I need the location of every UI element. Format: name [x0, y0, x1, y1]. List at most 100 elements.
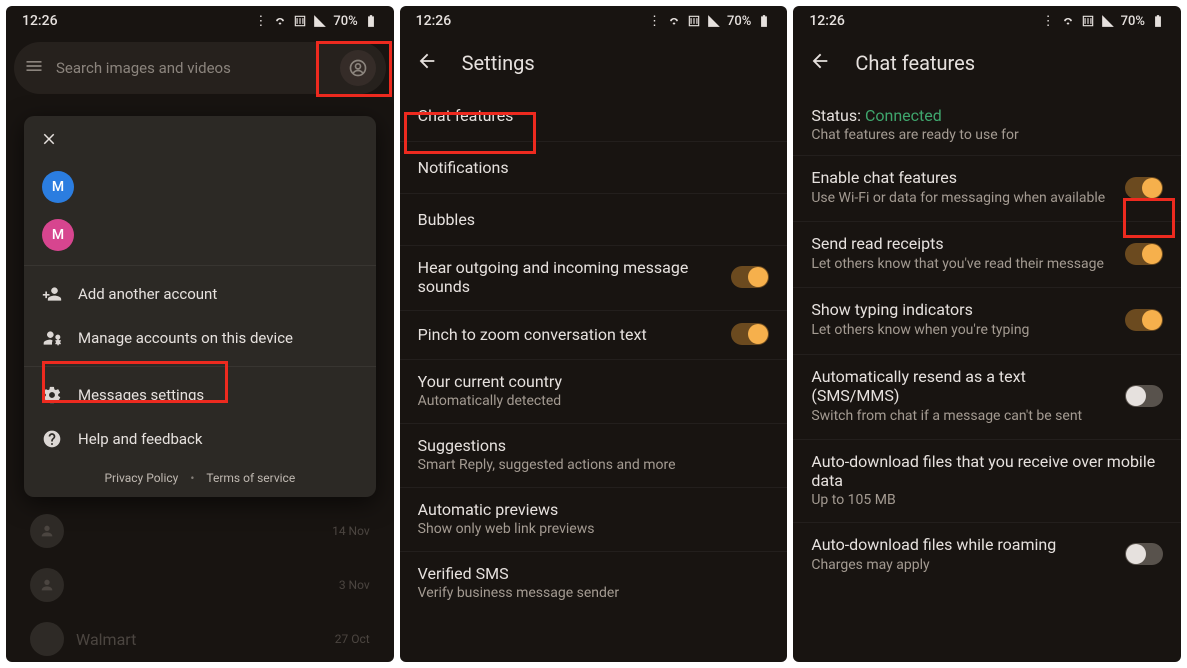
- network-box-icon: [293, 14, 307, 28]
- chat-row[interactable]: Walmart 27 Oct: [6, 612, 394, 662]
- phone-screen-2: 12:26 ⋮ 70% Settings Chat features Notif…: [400, 6, 788, 662]
- bluetooth-icon: ⋮: [1042, 14, 1055, 29]
- setting-label: Auto-download files while roaming: [811, 535, 1109, 554]
- setting-sublabel: Verify business message sender: [418, 585, 770, 601]
- settings-row-country[interactable]: Your current country Automatically detec…: [400, 360, 788, 423]
- chat-avatar: [30, 514, 64, 548]
- page-title: Settings: [462, 51, 535, 75]
- setting-label: Your current country: [418, 372, 770, 391]
- settings-row-bubbles[interactable]: Bubbles: [400, 194, 788, 245]
- toggle-switch[interactable]: [1125, 309, 1163, 331]
- account-item[interactable]: M: [24, 163, 376, 211]
- toggle-switch[interactable]: [1125, 543, 1163, 565]
- settings-row-autodownload-roaming[interactable]: Auto-download files while roaming Charge…: [793, 523, 1181, 588]
- setting-label: Hear outgoing and incoming message sound…: [418, 258, 716, 296]
- chat-avatar: [30, 568, 64, 602]
- status-bar: 12:26 ⋮ 70%: [6, 6, 394, 36]
- back-button[interactable]: [416, 50, 438, 76]
- settings-header: Settings: [400, 36, 788, 90]
- settings-row-enable-chat[interactable]: Enable chat features Use Wi-Fi or data f…: [793, 156, 1181, 221]
- setting-sublabel: Charges may apply: [811, 556, 1109, 574]
- manage-accounts-item[interactable]: Manage accounts on this device: [24, 316, 376, 360]
- settings-row-pinch-zoom[interactable]: Pinch to zoom conversation text: [400, 311, 788, 359]
- signal-icon: [1101, 14, 1115, 28]
- status-row: Status: Connected: [793, 90, 1181, 127]
- status-value: Connected: [865, 106, 942, 125]
- status-subtext: Chat features are ready to use for: [793, 127, 1181, 155]
- terms-link[interactable]: Terms of service: [206, 471, 295, 485]
- messages-settings-item[interactable]: Messages settings: [24, 373, 376, 417]
- settings-row-auto-resend[interactable]: Automatically resend as a text (SMS/MMS)…: [793, 355, 1181, 439]
- menu-label: Add another account: [78, 285, 217, 303]
- setting-label: Bubbles: [418, 210, 475, 229]
- wifi-icon: [1061, 14, 1075, 28]
- setting-label: Notifications: [418, 158, 509, 177]
- settings-row-automatic-previews[interactable]: Automatic previews Show only web link pr…: [400, 488, 788, 551]
- setting-label: Auto-download files that you receive ove…: [811, 452, 1163, 490]
- status-label: Status:: [811, 106, 865, 125]
- status-bar: 12:26 ⋮ 70%: [793, 6, 1181, 36]
- settings-row-chat-features[interactable]: Chat features: [400, 90, 788, 141]
- battery-icon: [1151, 14, 1165, 28]
- back-button[interactable]: [809, 50, 831, 76]
- toggle-switch[interactable]: [1125, 177, 1163, 199]
- clock: 12:26: [809, 13, 845, 29]
- network-box-icon: [1081, 14, 1095, 28]
- chat-date: 3 Nov: [339, 578, 370, 592]
- signal-icon: [313, 14, 327, 28]
- chat-features-header: Chat features: [793, 36, 1181, 90]
- page-title: Chat features: [855, 51, 975, 75]
- add-account-item[interactable]: Add another account: [24, 272, 376, 316]
- chat-row[interactable]: 14 Nov: [6, 504, 394, 558]
- divider: [24, 265, 376, 266]
- privacy-link[interactable]: Privacy Policy: [104, 471, 178, 485]
- help-feedback-item[interactable]: Help and feedback: [24, 417, 376, 461]
- menu-label: Manage accounts on this device: [78, 329, 293, 347]
- clock: 12:26: [416, 13, 452, 29]
- account-avatar-button[interactable]: [340, 50, 376, 86]
- setting-sublabel: Use Wi-Fi or data for messaging when ava…: [811, 189, 1109, 207]
- close-button[interactable]: [24, 116, 376, 163]
- settings-row-notifications[interactable]: Notifications: [400, 142, 788, 193]
- setting-label: Chat features: [418, 106, 514, 125]
- account-item[interactable]: M: [24, 211, 376, 259]
- setting-label: Automatically resend as a text (SMS/MMS): [811, 367, 1109, 405]
- help-icon: [42, 429, 62, 449]
- toggle-switch[interactable]: [1125, 385, 1163, 407]
- legal-row: Privacy Policy • Terms of service: [24, 461, 376, 485]
- clock: 12:26: [22, 13, 58, 29]
- settings-row-verified-sms[interactable]: Verified SMS Verify business message sen…: [400, 552, 788, 615]
- setting-label: Show typing indicators: [811, 300, 1109, 319]
- toggle-switch[interactable]: [1125, 243, 1163, 265]
- setting-label: Verified SMS: [418, 564, 770, 583]
- settings-row-sounds[interactable]: Hear outgoing and incoming message sound…: [400, 246, 788, 310]
- signal-icon: [707, 14, 721, 28]
- toggle-switch[interactable]: [731, 266, 769, 288]
- chat-row[interactable]: 3 Nov: [6, 558, 394, 612]
- setting-label: Suggestions: [418, 436, 770, 455]
- settings-row-typing-indicators[interactable]: Show typing indicators Let others know w…: [793, 288, 1181, 353]
- setting-sublabel: Show only web link previews: [418, 521, 770, 537]
- chat-avatar: [30, 622, 64, 656]
- status-icons: ⋮ 70%: [254, 14, 377, 29]
- setting-sublabel: Switch from chat if a message can't be s…: [811, 407, 1109, 425]
- toggle-switch[interactable]: [731, 323, 769, 345]
- network-box-icon: [687, 14, 701, 28]
- divider: [24, 366, 376, 367]
- battery-percent: 70%: [333, 14, 357, 29]
- account-avatar: M: [42, 219, 74, 251]
- status-icons: ⋮ 70%: [648, 14, 771, 29]
- manage-accounts-icon: [42, 328, 62, 348]
- search-bar[interactable]: Search images and videos: [14, 42, 386, 94]
- setting-sublabel: Automatically detected: [418, 393, 770, 409]
- settings-row-suggestions[interactable]: Suggestions Smart Reply, suggested actio…: [400, 424, 788, 487]
- status-bar: 12:26 ⋮ 70%: [400, 6, 788, 36]
- setting-sublabel: Smart Reply, suggested actions and more: [418, 457, 770, 473]
- gear-icon: [42, 385, 62, 405]
- battery-icon: [757, 14, 771, 28]
- battery-percent: 70%: [1121, 14, 1145, 29]
- settings-row-read-receipts[interactable]: Send read receipts Let others know that …: [793, 222, 1181, 287]
- separator-dot: •: [190, 471, 194, 485]
- menu-icon[interactable]: [24, 56, 44, 80]
- settings-row-autodownload-mobile[interactable]: Auto-download files that you receive ove…: [793, 440, 1181, 522]
